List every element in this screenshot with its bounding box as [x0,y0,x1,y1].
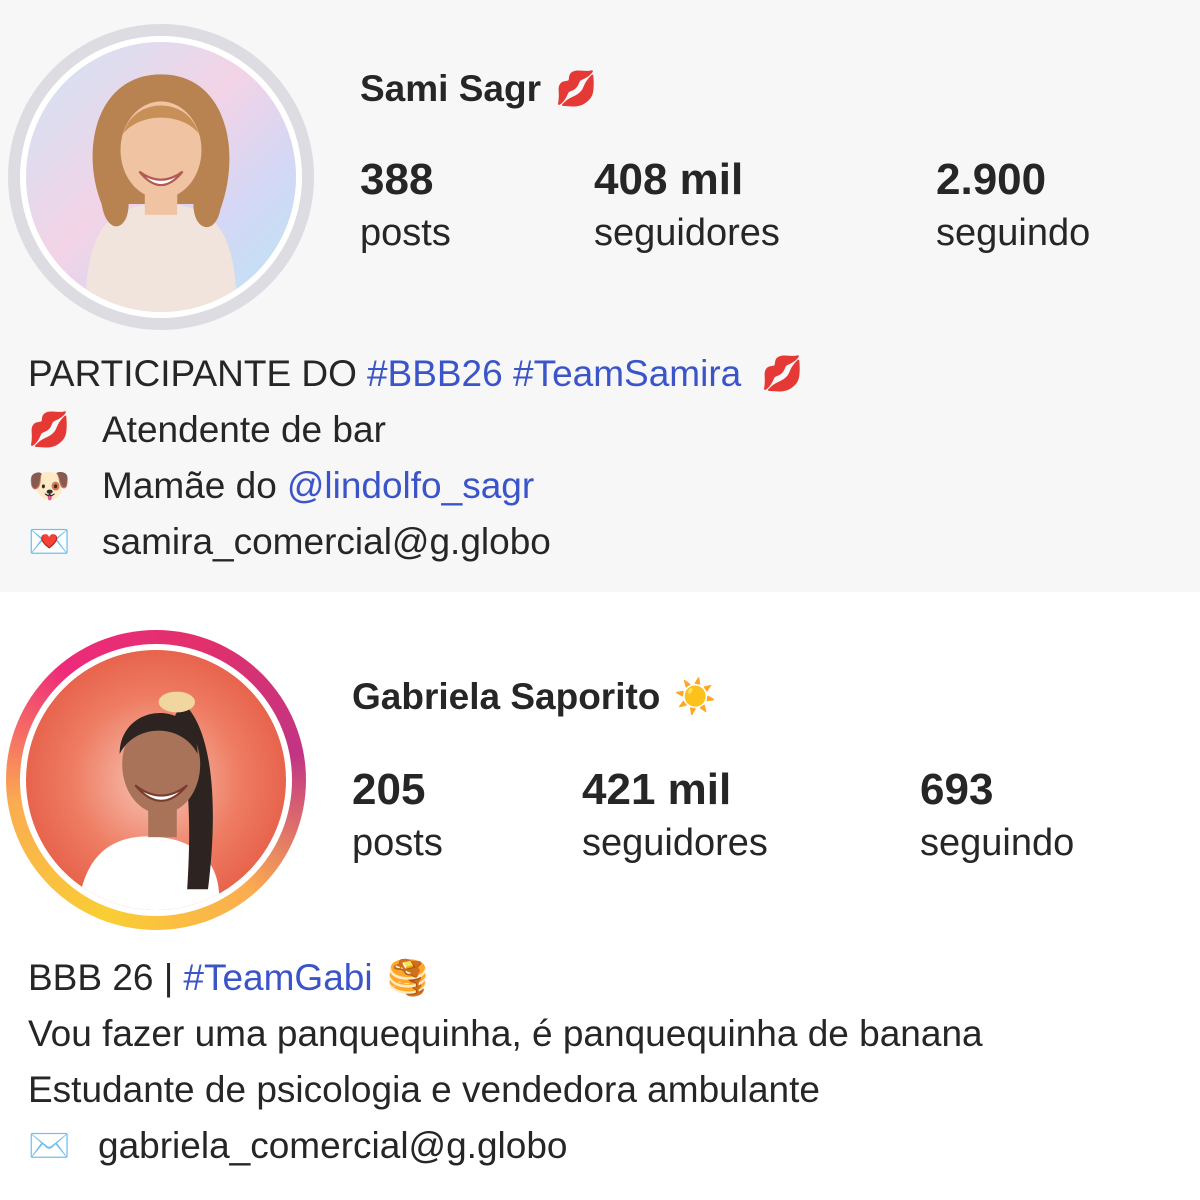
kiss-mark-emoji-icon: 💋 [761,355,804,393]
stat-following-label: seguindo [936,212,1091,254]
avatar-photo [26,42,296,312]
profile-name: Gabriela Saporito ☀️ [352,676,717,718]
profile-avatar-ring[interactable] [8,24,314,330]
stat-posts[interactable]: 205 posts [352,764,443,866]
bio-email: samira_comercial@g.globo [102,521,551,562]
bio-email: gabriela_comercial@g.globo [98,1125,568,1166]
bio-line: BBB 26 | #TeamGabi 🥞 [28,950,983,1006]
profile-bio: BBB 26 | #TeamGabi 🥞 Vou fazer uma panqu… [28,950,983,1200]
stat-following-label: seguindo [920,822,1075,864]
bio-line: ✉️ gabriela_comercial@g.globo [28,1118,983,1174]
profile-name-text: Gabriela Saporito [352,676,661,717]
bio-text: Atendente de bar [102,409,386,450]
kiss-mark-emoji-icon: 💋 [28,411,71,449]
bio-line: Estudante de psicologia e vendedora ambu… [28,1062,983,1118]
stat-followers[interactable]: 408 mil seguidores [594,154,780,256]
stat-following-count: 2.900 [936,155,1047,204]
stat-following-count: 693 [920,765,994,814]
profile-card-gabriela: Gabriela Saporito ☀️ 205 posts 421 mil s… [0,600,1200,1200]
stat-following[interactable]: 693 seguindo [920,764,1074,866]
stat-posts-label: posts [352,822,443,864]
screenshot-divider [0,592,1200,600]
profile-name: Sami Sagr 💋 [360,68,597,110]
bio-text: Estudante de psicologia e vendedora ambu… [28,1069,820,1110]
stat-posts-count: 388 [360,155,434,204]
profile-card-sami: Sami Sagr 💋 388 posts 408 mil seguidores… [0,0,1200,592]
kiss-mark-emoji-icon: 💋 [554,70,598,108]
love-letter-emoji-icon: 💌 [28,523,71,561]
bio-line: 💌 samira_comercial@g.globo [28,514,817,570]
stat-posts[interactable]: 388 posts [360,154,451,256]
bio-line: Vou fazer uma panquequinha, é panquequin… [28,1006,983,1062]
profile-avatar[interactable] [20,644,292,916]
stat-posts-count: 205 [352,765,426,814]
dog-face-emoji-icon: 🐶 [28,467,71,505]
pancakes-emoji-icon: 🥞 [386,959,429,997]
profile-avatar[interactable] [20,36,302,318]
envelope-emoji-icon: ✉️ [28,1127,71,1165]
bio-line: PARTICIPANTE DO #BBB26 #TeamSamira 💋 [28,346,817,402]
bio-text: Vou fazer uma panquequinha, é panquequin… [28,1013,983,1054]
stat-followers-label: seguidores [582,822,768,864]
profile-name-text: Sami Sagr [360,68,541,109]
bio-link-row-cropped[interactable] [28,570,817,592]
sun-emoji-icon: ☀️ [674,678,717,716]
bio-hashtags[interactable]: #BBB26 #TeamSamira [367,346,741,402]
bio-line: 🐶 Mamãe do @lindolfo_sagr [28,458,817,514]
stat-posts-label: posts [360,212,451,254]
stat-followers-count: 421 mil [582,765,732,814]
profile-avatar-story-ring[interactable] [6,630,306,930]
avatar-photo [26,650,286,910]
bio-line: 💋 Atendente de bar [28,402,817,458]
stat-followers-label: seguidores [594,212,780,254]
bio-text: PARTICIPANTE DO [28,353,357,394]
bio-hashtag[interactable]: #TeamGabi [183,950,372,1006]
bio-text: Mamãe do [102,465,277,506]
stat-following[interactable]: 2.900 seguindo [936,154,1090,256]
bio-link-row-cropped[interactable] [28,1174,983,1200]
stat-followers-count: 408 mil [594,155,744,204]
profile-bio: PARTICIPANTE DO #BBB26 #TeamSamira 💋 💋 A… [28,346,817,592]
bio-text: BBB 26 | [28,957,174,998]
stat-followers[interactable]: 421 mil seguidores [582,764,768,866]
bio-mention-link[interactable]: @lindolfo_sagr [287,458,534,514]
